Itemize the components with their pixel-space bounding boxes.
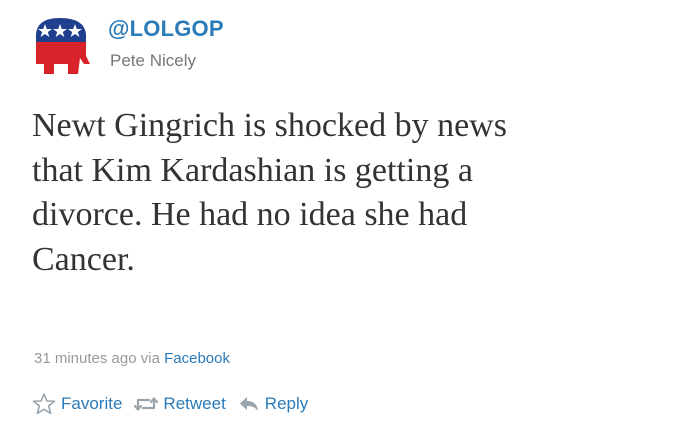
star-icon xyxy=(32,393,56,415)
reply-label: Reply xyxy=(264,394,309,413)
source-link[interactable]: Facebook xyxy=(164,350,230,367)
tweet-line: Newt Gingrich is shocked by news xyxy=(32,107,507,144)
retweet-button[interactable]: Retweet xyxy=(134,390,226,418)
elephant-logo-icon xyxy=(36,18,90,74)
tweet-text: Newt Gingrich is shocked by news that Ki… xyxy=(32,104,682,282)
tweet-line: that Kim Kardashian is getting a xyxy=(32,151,473,189)
via-label: via xyxy=(140,350,160,367)
favorite-label: Favorite xyxy=(61,394,123,413)
avatar[interactable] xyxy=(30,12,90,78)
reply-arrow-icon xyxy=(239,397,258,411)
tweet-meta: 31 minutes ago via Facebook xyxy=(34,350,230,367)
author-handle[interactable]: @LOLGOP xyxy=(108,16,224,42)
reply-button[interactable]: Reply xyxy=(238,390,308,418)
favorite-button[interactable]: Favorite xyxy=(32,390,122,418)
tweet-line: divorce. He had no idea she had xyxy=(32,196,468,233)
tweet-actions: Favorite Retweet Reply xyxy=(32,390,320,418)
tweet-line: Cancer. xyxy=(32,240,135,278)
author-name: Pete Nicely xyxy=(110,51,196,70)
timestamp[interactable]: 31 minutes ago xyxy=(34,350,137,367)
retweet-label: Retweet xyxy=(163,394,226,413)
retweet-icon xyxy=(134,397,159,411)
tweet-card: @LOLGOP Pete Nicely Newt Gingrich is sho… xyxy=(0,0,700,425)
